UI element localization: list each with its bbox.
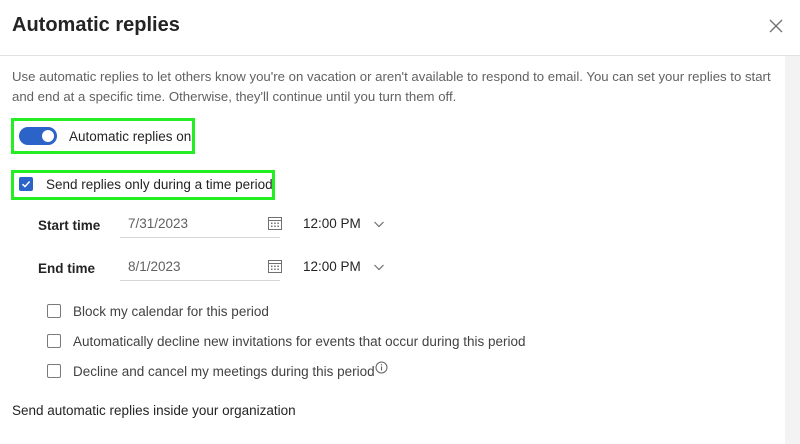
time-period-label: Send replies only during a time period xyxy=(46,177,273,192)
automatic-replies-label: Automatic replies on xyxy=(69,129,192,144)
end-date-field[interactable]: 8/1/2023 xyxy=(120,253,283,281)
end-date-value: 8/1/2023 xyxy=(128,259,181,274)
chevron-down-icon xyxy=(374,221,384,228)
block-calendar-checkbox[interactable] xyxy=(47,304,61,318)
automatic-replies-toggle[interactable] xyxy=(19,127,57,145)
chevron-down-icon xyxy=(374,264,384,271)
header-divider xyxy=(0,55,800,56)
decline-invitations-checkbox[interactable] xyxy=(47,334,61,348)
end-time-select[interactable]: 12:00 PM xyxy=(303,253,393,281)
toggle-knob xyxy=(42,130,54,142)
checkmark-icon xyxy=(21,180,31,188)
automatic-replies-dialog: Automatic replies Use automatic replies … xyxy=(0,0,800,444)
calendar-icon[interactable] xyxy=(267,258,283,274)
time-period-checkbox[interactable] xyxy=(19,177,33,191)
decline-invitations-label: Automatically decline new invitations fo… xyxy=(73,334,526,349)
end-time-value: 12:00 PM xyxy=(303,259,361,274)
decline-cancel-meetings-label: Decline and cancel my meetings during th… xyxy=(73,364,375,379)
start-date-value: 7/31/2023 xyxy=(128,216,189,231)
dialog-title: Automatic replies xyxy=(12,14,180,36)
dialog-description: Use automatic replies to let others know… xyxy=(12,69,771,104)
info-icon[interactable] xyxy=(375,361,388,374)
start-time-select[interactable]: 12:00 PM xyxy=(303,210,393,238)
calendar-icon[interactable] xyxy=(267,215,283,231)
start-time-value: 12:00 PM xyxy=(303,216,361,231)
start-date-field[interactable]: 7/31/2023 xyxy=(120,210,283,238)
end-time-label: End time xyxy=(38,261,96,276)
inside-org-section-label: Send automatic replies inside your organ… xyxy=(12,403,296,418)
block-calendar-label: Block my calendar for this period xyxy=(73,304,269,319)
scrollbar[interactable] xyxy=(785,56,800,444)
decline-cancel-meetings-checkbox[interactable] xyxy=(47,364,61,378)
start-time-label: Start time xyxy=(38,218,101,233)
close-icon[interactable] xyxy=(766,16,786,36)
